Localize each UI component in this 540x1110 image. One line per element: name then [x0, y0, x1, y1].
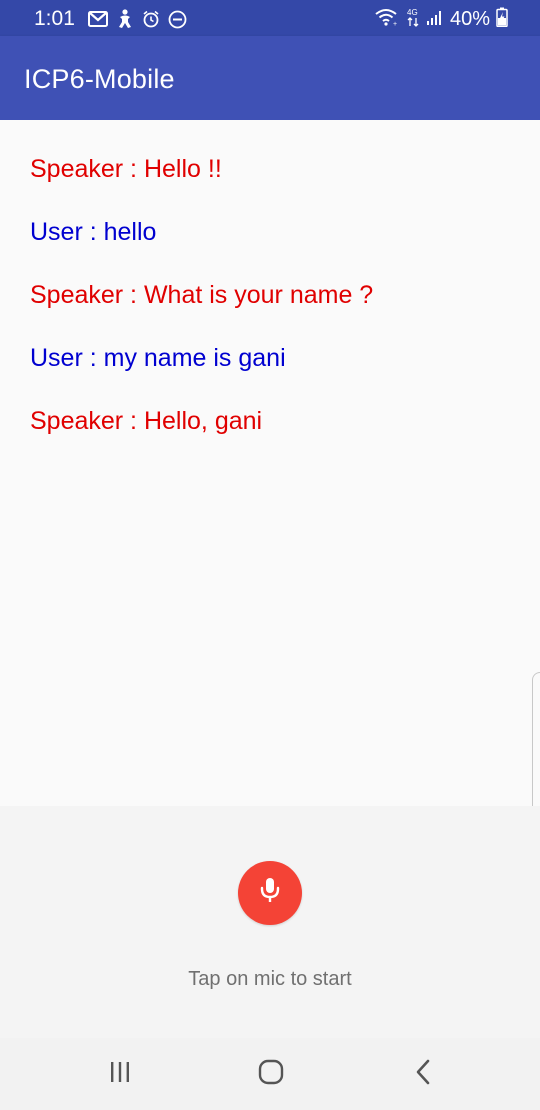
mic-hint-text: Tap on mic to start: [188, 968, 352, 990]
back-button[interactable]: [403, 1058, 443, 1090]
home-button[interactable]: [251, 1058, 291, 1090]
svg-text:+: +: [393, 21, 397, 27]
home-icon: [258, 1059, 284, 1090]
microphone-icon: [257, 876, 283, 911]
mic-button[interactable]: [238, 861, 302, 925]
status-time: 1:01: [34, 7, 75, 30]
status-bar: 1:01 + 4G 40%: [0, 0, 540, 36]
data-transfer-icon: 4G: [406, 6, 420, 33]
recents-button[interactable]: [100, 1058, 140, 1090]
recents-icon: [108, 1060, 132, 1089]
user-message: User : hello: [30, 218, 157, 246]
system-icons: + 4G 40%: [374, 7, 508, 31]
gmail-icon: [88, 11, 108, 27]
speaker-message: Speaker : What is your name ?: [30, 281, 374, 309]
user-message: User : my name is gani: [30, 344, 286, 372]
alarm-icon: [142, 10, 160, 28]
svg-text:4G: 4G: [407, 8, 418, 17]
do-not-disturb-icon: [168, 10, 187, 29]
notification-icons: [88, 8, 187, 30]
speaker-message: Speaker : Hello, gani: [30, 407, 263, 435]
wifi-icon: +: [374, 7, 400, 32]
battery-percent: 40%: [449, 8, 490, 30]
battery-charging-icon: [496, 7, 508, 32]
app-title: ICP6-Mobile: [24, 64, 175, 94]
back-icon: [413, 1059, 433, 1090]
speaker-message: Speaker : Hello !!: [30, 155, 222, 183]
app-bar: ICP6-Mobile: [0, 36, 540, 120]
navigation-bar: [0, 1038, 540, 1110]
mic-panel: Tap on mic to start: [0, 806, 540, 1038]
accessibility-icon: [116, 9, 134, 29]
signal-icon: [426, 8, 444, 31]
conversation-log: Speaker : Hello !! User : hello Speaker …: [0, 120, 540, 806]
